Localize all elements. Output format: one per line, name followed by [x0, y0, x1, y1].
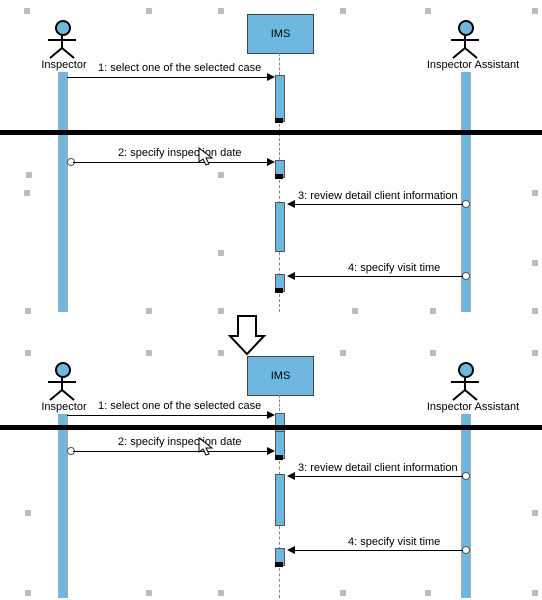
ims-box-bottom: IMS: [247, 356, 314, 396]
assistant-actor-body-bottom: [449, 376, 481, 402]
ims-dash4-top: [279, 294, 280, 312]
assistant-actor-head-top: [458, 20, 474, 36]
ims-label-top: IMS: [271, 27, 291, 41]
msg3-arrow-bottom: [287, 472, 295, 480]
ims-label-bottom: IMS: [271, 369, 291, 383]
msg2-text-bottom: 2: specify inspection date: [118, 436, 242, 448]
inspector-actor-head-bottom: [55, 362, 71, 378]
msg3-origin-top: [462, 200, 470, 208]
msg1-line-top: [67, 77, 267, 78]
msg3-text-bottom: 3: review detail client information: [298, 462, 458, 474]
msg3-arrow-top: [287, 200, 295, 208]
ims-dash2-bottom: [279, 461, 280, 475]
inspector-label-top: Inspector: [34, 59, 94, 71]
assistant-actor-body-top: [449, 34, 481, 60]
inspector-lifeline-bottom: [58, 414, 68, 598]
assistant-actor-head-bottom: [458, 362, 474, 378]
msg4-arrow-top: [287, 272, 295, 280]
fragment-separator-top1: [0, 130, 542, 135]
ims-activation1-top: [275, 75, 285, 122]
msg3-line-bottom: [295, 476, 463, 477]
msg2-line-bottom: [73, 451, 267, 452]
msg2-text-top: 2: specify inspection date: [118, 147, 242, 159]
inspector-actor-head-top: [55, 20, 71, 36]
transform-arrow-icon: [228, 314, 266, 358]
msg4-line-bottom: [295, 550, 463, 551]
msg3-line-top: [295, 204, 463, 205]
ims-dash4-bottom: [279, 568, 280, 598]
ims-dash2-top: [279, 180, 280, 204]
msg2-arrow-bottom: [267, 447, 275, 455]
assistant-label-top: Inspector Assistant: [418, 59, 528, 71]
msg3-text-top: 3: review detail client information: [298, 190, 458, 202]
msg4-origin-bottom: [462, 546, 470, 554]
ims-dash3-top: [279, 252, 280, 276]
fragment-separator-bottom: [0, 425, 542, 430]
msg2-line-top: [73, 162, 267, 163]
ims-lifeline-dash-bottom1: [279, 395, 280, 411]
msg4-line-top: [295, 276, 463, 277]
msg4-origin-top: [462, 272, 470, 280]
inspector-label-bottom: Inspector: [34, 401, 94, 413]
inspector-actor-body-top: [46, 34, 78, 60]
msg2-arrow-top: [267, 158, 275, 166]
ims-lifeline-dash-top1: [279, 53, 280, 75]
assistant-lifeline-bottom: [461, 414, 471, 598]
ims-dash3-bottom: [279, 526, 280, 550]
ims-activation3-top: [275, 202, 285, 252]
inspector-actor-body-bottom: [46, 376, 78, 402]
msg1-line-bottom: [67, 415, 267, 416]
msg1-arrow-bottom: [267, 411, 275, 419]
msg4-arrow-bottom: [287, 546, 295, 554]
assistant-label-bottom: Inspector Assistant: [418, 401, 528, 413]
ims-activation3-bottom: [275, 474, 285, 526]
diagram-canvas: Inspector IMS Inspector Assistant 1: sel…: [0, 0, 542, 600]
msg1-arrow-top: [267, 73, 275, 81]
msg1-text-bottom: 1: select one of the selected case: [98, 400, 261, 412]
ims-box-top: IMS: [247, 14, 314, 54]
inspector-lifeline-top: [58, 72, 68, 312]
msg4-text-top: 4: specify visit time: [348, 262, 440, 274]
msg1-text-top: 1: select one of the selected case: [98, 62, 261, 74]
msg4-text-bottom: 4: specify visit time: [348, 536, 440, 548]
msg3-origin-bottom: [462, 472, 470, 480]
